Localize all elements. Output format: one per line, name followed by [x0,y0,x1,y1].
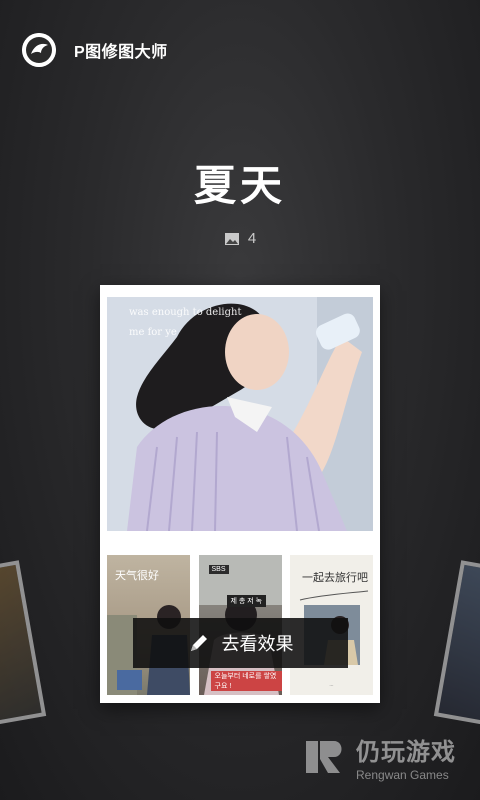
album-title: 夏天 [193,162,286,209]
watermark: 仍玩游戏 Rengwan Games [304,732,456,782]
watermark-cn: 仍玩游戏 [356,739,456,766]
next-album-card[interactable] [433,560,480,728]
hero-text-line-2: me for ye [129,327,177,338]
image-icon [224,232,239,245]
watermark-en: Rengwan Games [356,768,449,782]
thumbnail-3-fineprint: ... [329,682,334,688]
view-effect-label: 去看效果 [221,634,294,654]
view-effect-button[interactable]: 去看效果 [133,618,348,668]
photo-count-row: 4 [0,230,480,247]
rengwan-logo-icon [306,741,342,773]
thumbnail-3-label: 一起去旅行吧 [302,571,368,584]
hero-text-line-1: was enough to delight [129,307,242,318]
app-name: P图修图大师 [74,44,168,61]
app-header: P图修图大师 [22,30,168,70]
thumbnail-2-tag2: 제 총 저 녹 [226,595,267,607]
photo-count: 4 [247,230,257,247]
thumbnail-2-tag: SBS [208,565,229,574]
previous-album-card[interactable] [0,560,47,728]
pencil-icon [190,635,207,651]
thumbnail-2-caption: 오늘부터 네로를 쌓였구요 ! [210,671,282,691]
app-logo-icon[interactable] [22,33,56,67]
thumbnail-1-label: 天气很好 [115,569,159,582]
hero-photo: was enough to delight me for ye [107,297,373,531]
